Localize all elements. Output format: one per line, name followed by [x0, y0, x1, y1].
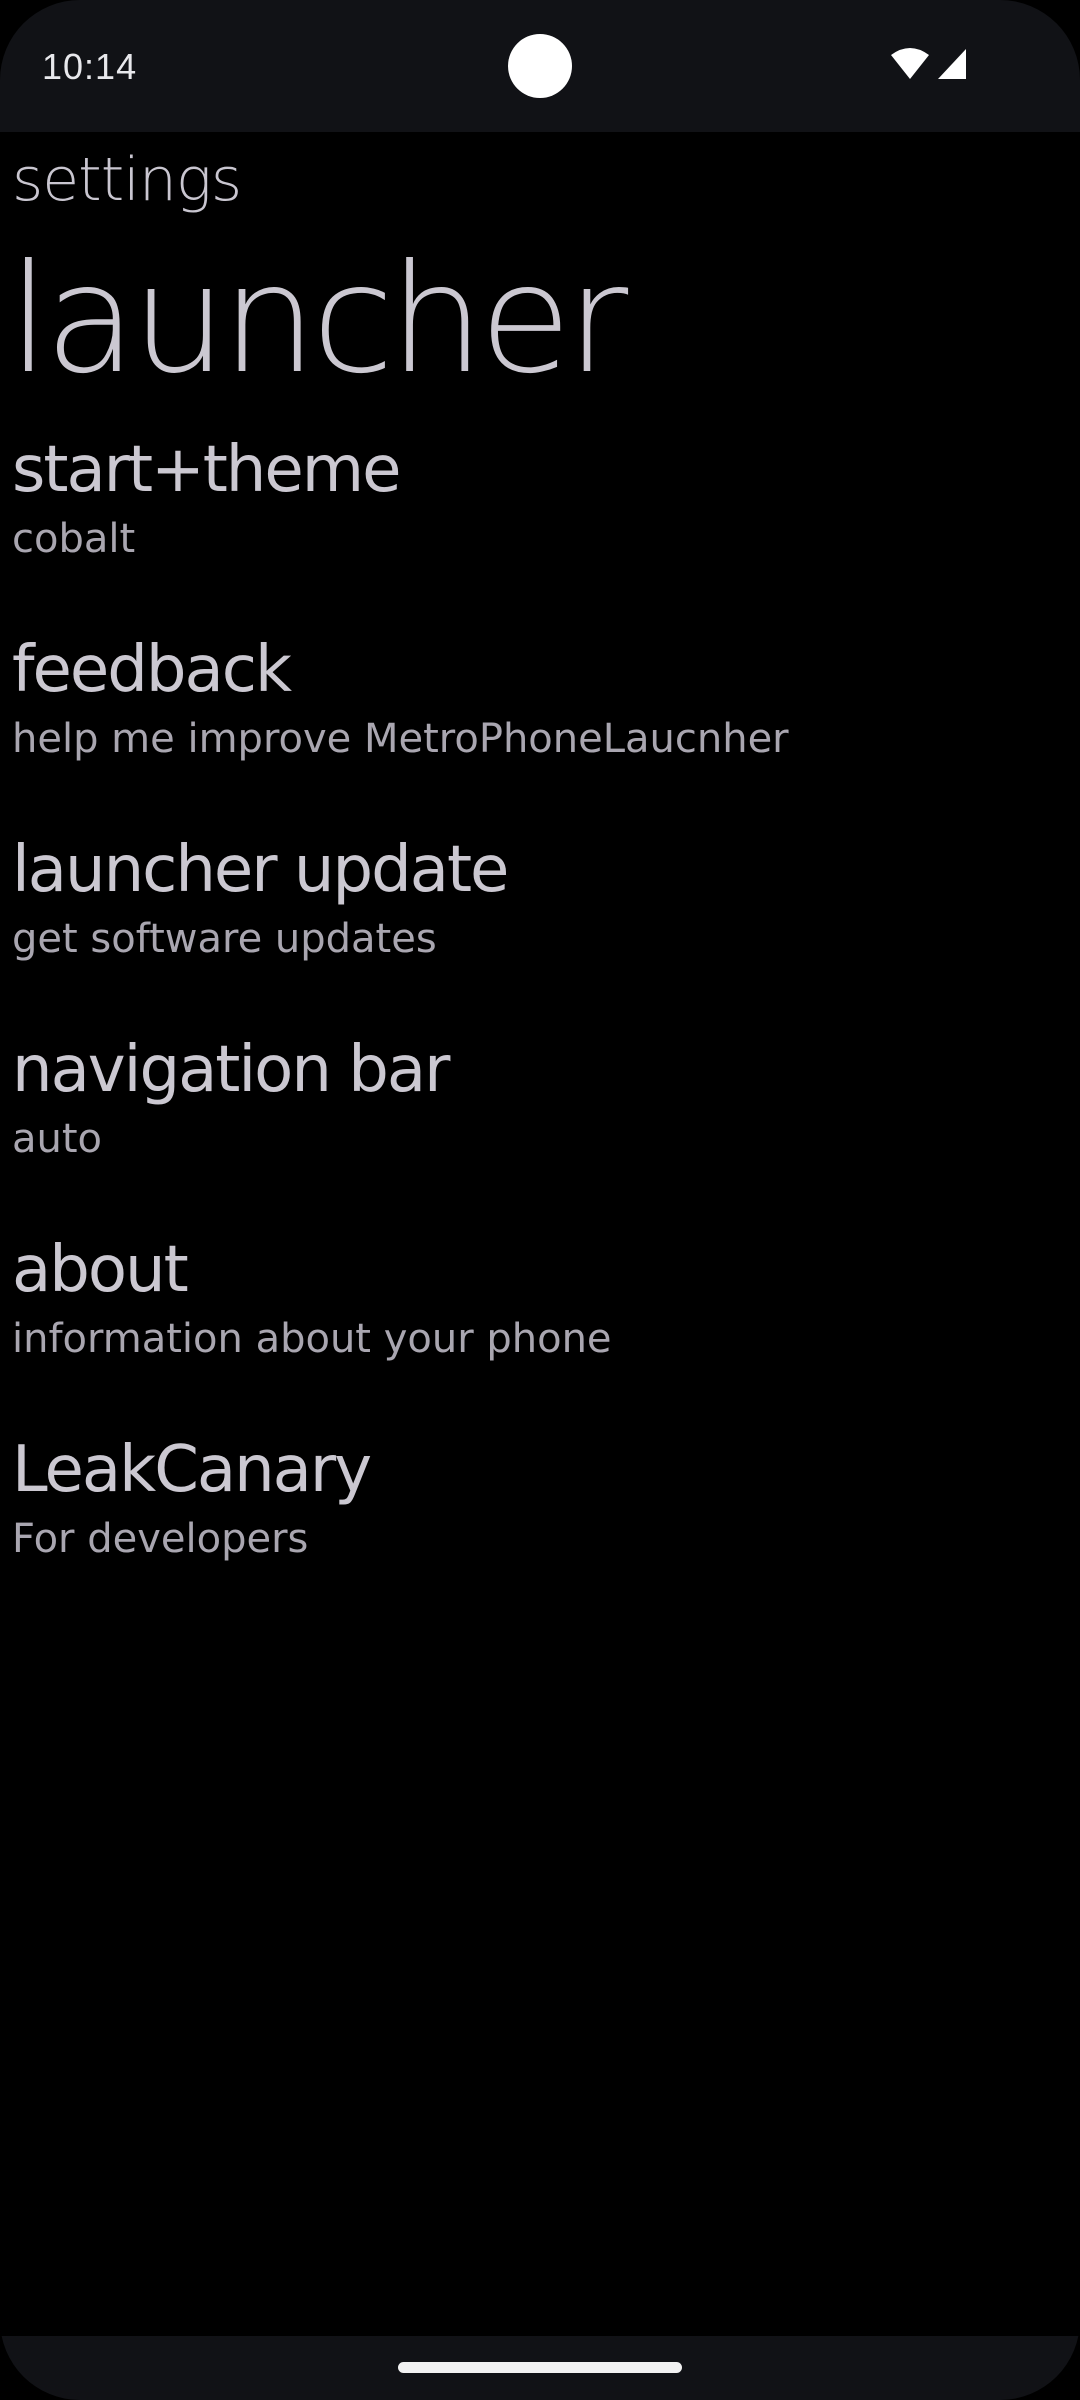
settings-item-title: launcher update [12, 833, 509, 907]
wifi-icon [890, 47, 930, 81]
settings-item-feedback[interactable]: feedback help me improve MetroPhoneLaucn… [12, 630, 1072, 810]
settings-item-subtitle: get software updates [12, 916, 437, 962]
settings-item-subtitle: For developers [12, 1516, 309, 1562]
settings-item-subtitle: help me improve MetroPhoneLaucnher [12, 716, 789, 762]
settings-item-navigation-bar[interactable]: navigation bar auto [12, 1030, 1072, 1210]
settings-item-title: LeakCanary [12, 1433, 372, 1507]
home-indicator[interactable] [398, 2362, 682, 2373]
settings-item-title: feedback [12, 633, 292, 707]
settings-item-leakcanary[interactable]: LeakCanary For developers [12, 1430, 1072, 1610]
settings-item-subtitle: information about your phone [12, 1316, 612, 1362]
page-title: launcher [8, 233, 628, 407]
phone-screen: 10:14 settings launcher start+theme coba… [0, 0, 1080, 2400]
settings-item-start-theme[interactable]: start+theme cobalt [12, 430, 1072, 610]
settings-item-title: start+theme [12, 433, 401, 507]
settings-item-title: about [12, 1233, 189, 1307]
pivot-title: settings [12, 145, 242, 215]
settings-item-title: navigation bar [12, 1033, 450, 1107]
status-icons [890, 46, 968, 82]
settings-item-subtitle: auto [12, 1116, 103, 1162]
settings-item-about[interactable]: about information about your phone [12, 1230, 1072, 1410]
status-time: 10:14 [42, 46, 138, 87]
front-camera-cutout [508, 34, 572, 98]
settings-item-launcher-update[interactable]: launcher update get software updates [12, 830, 1072, 1010]
settings-item-subtitle: cobalt [12, 516, 136, 562]
status-bar: 10:14 [0, 0, 1080, 132]
cellular-signal-icon [936, 47, 968, 81]
